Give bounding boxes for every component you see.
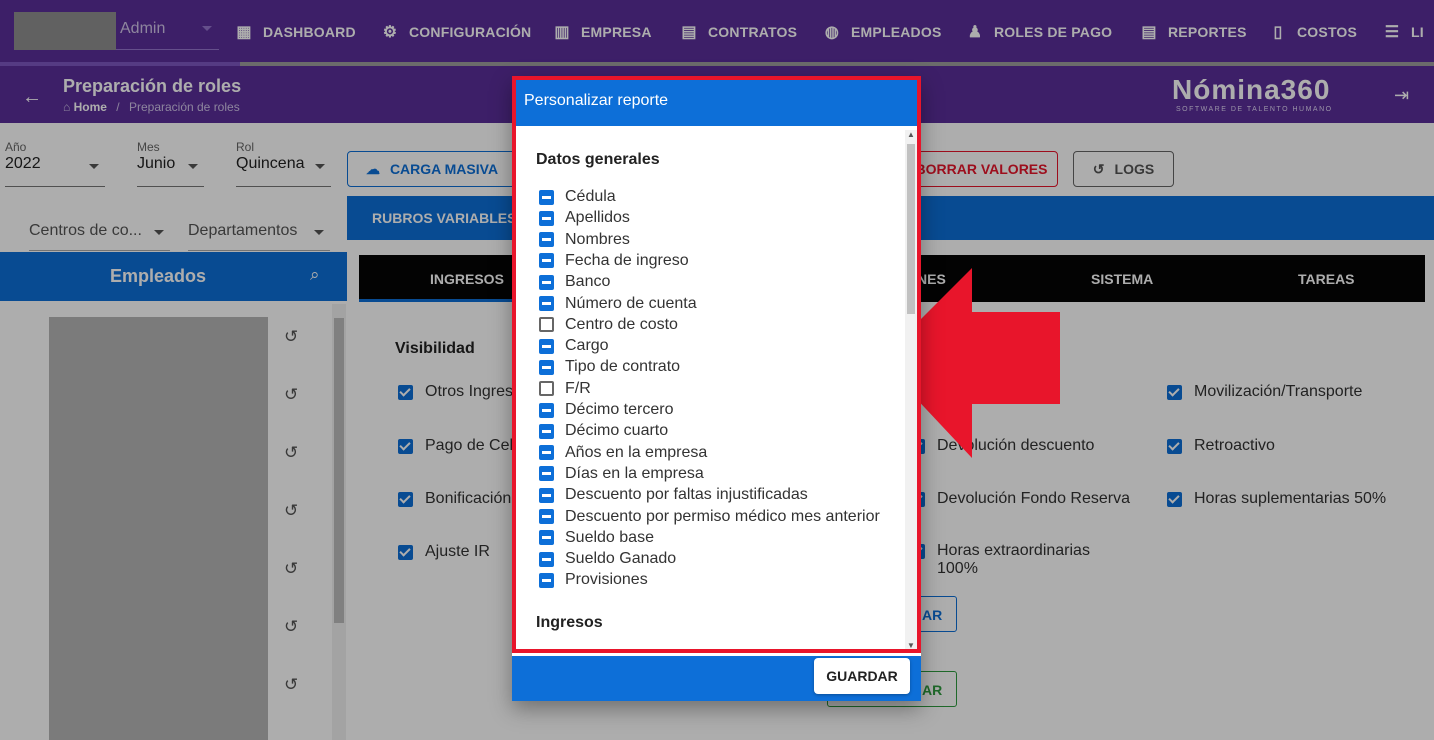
checkbox-indeterminate-icon [539,274,554,290]
report-option-checkbox[interactable]: Años en la empresa [539,443,707,463]
report-option-checkbox[interactable]: Descuento por permiso médico mes anterio… [539,507,880,527]
report-option-label: Cédula [565,188,616,205]
checkbox-indeterminate-icon [539,402,554,418]
report-option-label: Cargo [565,337,609,355]
checkbox-indeterminate-icon [539,530,554,546]
report-option-label: Sueldo base [565,528,654,546]
report-option-checkbox[interactable]: Provisiones [539,570,648,590]
report-option-label: Días en la empresa [565,464,704,482]
report-option-label: Fecha de ingreso [565,251,689,269]
checkbox-indeterminate-icon [539,232,554,248]
customize-report-dialog: Personalizar reporte Datos generales Céd… [512,76,921,701]
report-option-checkbox[interactable]: Fecha de ingreso [539,251,689,271]
report-option-label: Sueldo Ganado [565,550,677,568]
save-button[interactable]: GUARDAR [814,658,910,694]
report-option-checkbox[interactable]: Días en la empresa [539,464,704,484]
report-option-checkbox[interactable]: Cargo [539,336,609,356]
report-option-checkbox[interactable]: Décimo tercero [539,400,673,420]
checkbox-indeterminate-icon [539,189,554,205]
report-option-label: Número de cuenta [565,294,697,312]
dialog-header: Personalizar reporte [512,76,921,126]
report-option-label: Provisiones [565,571,648,589]
report-option-checkbox[interactable]: Descuento por faltas injustificadas [539,485,808,505]
section-general-title: Datos generales [536,151,660,168]
scroll-down-icon[interactable]: ▼ [907,641,915,650]
dialog-body: Datos generales Cédula Apellidos Nombres Fe… [512,126,921,656]
report-option-label: Descuento por permiso médico mes anterio… [565,507,880,525]
dialog-scrollbar[interactable]: ▲ ▼ [905,130,917,650]
scrollbar-thumb[interactable] [907,144,915,314]
checkbox-indeterminate-icon [539,487,554,503]
report-option-label: Décimo cuarto [565,422,669,440]
section-income-title: Ingresos [536,614,603,631]
report-option-checkbox[interactable]: Apellidos [539,208,630,228]
dialog-footer: GUARDAR [512,656,921,701]
checkbox-indeterminate-icon [539,572,554,588]
checkbox-indeterminate-icon [539,359,554,375]
report-option-label: Descuento por faltas injustificadas [565,486,808,504]
report-option-label: Años en la empresa [565,443,708,461]
report-option-checkbox[interactable]: Nombres [539,230,630,250]
dialog-title: Personalizar reporte [524,92,669,109]
report-option-label: Banco [565,273,611,291]
report-option-checkbox[interactable]: Sueldo Ganado [539,549,676,569]
checkbox-indeterminate-icon [539,551,554,567]
report-option-checkbox[interactable]: Décimo cuarto [539,421,668,441]
checkbox-indeterminate-icon [539,466,554,482]
report-option-checkbox[interactable]: Banco [539,272,610,292]
checkbox-indeterminate-icon [539,509,554,524]
report-option-checkbox[interactable]: F/R [539,379,591,399]
checkbox-indeterminate-icon [539,338,554,354]
report-option-label: Nombres [565,230,630,248]
checkbox-empty-icon [539,381,554,397]
checkbox-indeterminate-icon [539,445,554,461]
modal-backdrop-top [0,0,1434,66]
report-option-label: F/R [565,379,591,397]
checkbox-indeterminate-icon [539,210,554,226]
checkbox-indeterminate-icon [539,296,554,311]
report-option-checkbox[interactable]: Cédula [539,187,616,207]
checkbox-indeterminate-icon [539,253,554,269]
report-option-label: Centro de costo [565,315,678,333]
report-option-label: Tipo de contrato [565,358,681,376]
report-option-checkbox[interactable]: Tipo de contrato [539,357,680,377]
checkbox-empty-icon [539,317,554,333]
report-option-checkbox[interactable]: Centro de costo [539,315,678,335]
checkbox-indeterminate-icon [539,423,554,439]
scroll-up-icon[interactable]: ▲ [907,130,915,139]
report-option-checkbox[interactable]: Sueldo base [539,528,654,548]
report-option-label: Décimo tercero [565,401,674,418]
report-option-checkbox[interactable]: Número de cuenta [539,294,697,314]
app-root: { "nav": { "company_name": "Admin", "ite… [0,0,1434,740]
report-option-label: Apellidos [565,209,630,227]
